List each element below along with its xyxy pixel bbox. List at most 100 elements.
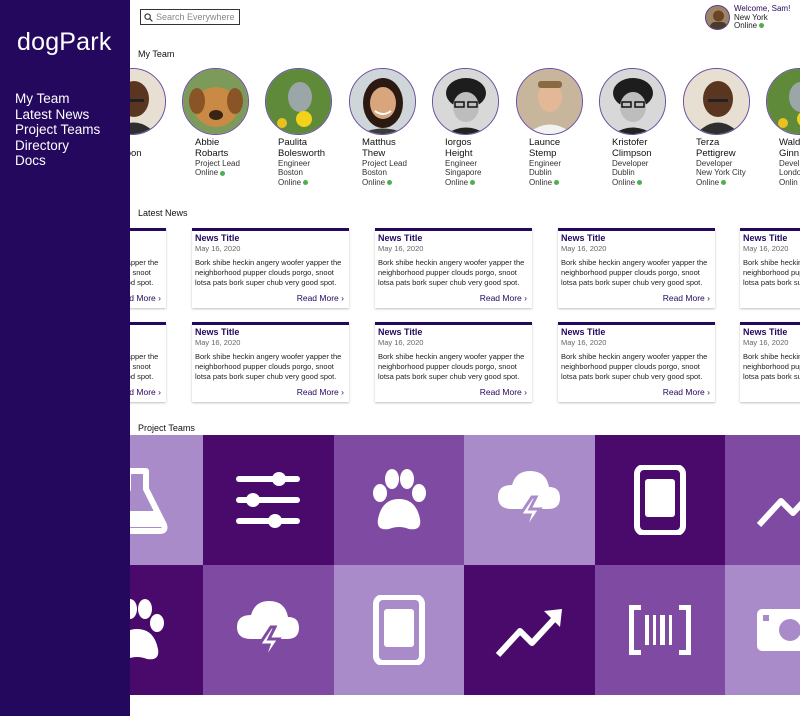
online-dot-icon bbox=[554, 179, 560, 185]
news-card[interactable]: News Title May 16, 2020 Bork shibe hecki… bbox=[558, 228, 715, 308]
app-root: dogPark My Team Latest News Project Team… bbox=[0, 0, 800, 716]
news-title[interactable]: News Title bbox=[378, 233, 529, 243]
news-date: May 16, 2020 bbox=[743, 338, 789, 347]
member-avatar[interactable] bbox=[766, 68, 800, 135]
member-location: Singapore bbox=[445, 168, 482, 178]
member-avatar[interactable] bbox=[432, 68, 499, 135]
project-tile[interactable]: Project Name MEET THE TEAM bbox=[725, 435, 800, 565]
project-name: Project Name bbox=[503, 575, 556, 585]
user-status: Online bbox=[734, 21, 758, 30]
read-more-link[interactable]: Read More › bbox=[480, 387, 527, 397]
news-excerpt: Bork shibe heckin angery woofer yapper t… bbox=[195, 352, 342, 381]
team-member-card[interactable]: Iorgos Height Engineer Singapore Online bbox=[432, 68, 512, 187]
member-avatar[interactable] bbox=[265, 68, 332, 135]
project-tile[interactable]: Project Name MEET THE TEAM bbox=[334, 435, 465, 565]
team-member-card[interactable]: Launce Stemp Engineer Dublin Online bbox=[516, 68, 596, 187]
read-more-link[interactable]: Read More › bbox=[480, 293, 527, 303]
meet-the-team-link[interactable]: MEET THE TEAM bbox=[266, 552, 326, 561]
member-role: Developer bbox=[612, 159, 649, 168]
app-logo[interactable]: dogPark bbox=[17, 28, 112, 57]
team-member-card[interactable]: Wald Ginn Devel Londo Onlin bbox=[766, 68, 800, 187]
news-title[interactable]: News Title bbox=[195, 233, 346, 243]
meet-the-team-link[interactable]: MEET THE TEAM bbox=[527, 682, 587, 691]
meet-the-team-link[interactable]: MEET THE TEAM bbox=[135, 552, 195, 561]
sidebar: dogPark My Team Latest News Project Team… bbox=[0, 0, 130, 716]
news-date: May 16, 2020 bbox=[743, 244, 789, 253]
project-tile[interactable]: Project Name MEET THE TEAM bbox=[595, 435, 726, 565]
news-title[interactable]: News Title bbox=[561, 327, 712, 337]
cloud-bolt-icon bbox=[494, 465, 564, 535]
member-status: Online bbox=[529, 177, 553, 187]
project-tile[interactable]: Project Name MEET THE TEAM bbox=[464, 435, 595, 565]
project-tile[interactable]: Project Name MEET THE TEAM bbox=[203, 435, 334, 565]
news-title[interactable]: News Title bbox=[561, 233, 712, 243]
member-avatar[interactable] bbox=[349, 68, 416, 135]
member-status: Online bbox=[278, 177, 302, 187]
project-name: Project Name bbox=[634, 445, 687, 455]
meet-the-team-link[interactable]: MEET THE TEAM bbox=[397, 552, 457, 561]
news-card[interactable]: News Title May 16, 2020 Bork shibe hecki… bbox=[740, 322, 800, 402]
money-icon bbox=[755, 595, 800, 665]
read-more-link[interactable]: Read More › bbox=[663, 293, 710, 303]
team-member-card[interactable]: Terza Pettigrew Developer New York City O… bbox=[683, 68, 763, 187]
read-more-link[interactable]: Read More › bbox=[663, 387, 710, 397]
meet-the-team-link[interactable]: MEET THE TEAM bbox=[788, 552, 800, 561]
search-input[interactable] bbox=[156, 12, 240, 22]
project-tile[interactable]: Project Name MEET THE TEAM bbox=[725, 565, 800, 695]
search-box[interactable] bbox=[140, 9, 240, 25]
news-card[interactable]: News Title May 16, 2020 Bork shibe hecki… bbox=[192, 228, 349, 308]
user-avatar[interactable] bbox=[705, 5, 730, 30]
member-avatar[interactable] bbox=[599, 68, 666, 135]
news-title[interactable]: News Title bbox=[378, 327, 529, 337]
project-tile[interactable]: Project Name MEET THE TEAM bbox=[203, 565, 334, 695]
member-avatar[interactable] bbox=[516, 68, 583, 135]
project-tile[interactable]: Project Name MEET THE TEAM bbox=[464, 565, 595, 695]
news-title[interactable]: News Title bbox=[743, 327, 800, 337]
chevron-right-icon: › bbox=[707, 293, 710, 303]
member-name: Terza Pettigrew bbox=[696, 137, 736, 159]
team-member-card[interactable]: Kristofer Climpson Developer Dublin Onlin… bbox=[599, 68, 679, 187]
news-card[interactable]: News Title May 16, 2020 Bork shibe hecki… bbox=[375, 322, 532, 402]
section-title-projects: Project Teams bbox=[138, 423, 195, 433]
member-avatar[interactable] bbox=[182, 68, 249, 135]
nav-item-my-team[interactable]: My Team bbox=[15, 91, 100, 107]
meet-the-team-link[interactable]: MEET THE TEAM bbox=[135, 682, 195, 691]
team-member-card[interactable]: Paulita Bolesworth Engineer Boston Online bbox=[265, 68, 345, 187]
news-excerpt: Bork shibe heckin angery woofer yapper t… bbox=[378, 258, 525, 287]
project-tile[interactable]: Project Name MEET THE TEAM bbox=[334, 565, 465, 695]
member-location: Dublin bbox=[529, 168, 552, 178]
meet-the-team-link[interactable]: MEET THE TEAM bbox=[788, 682, 800, 691]
paw-icon bbox=[364, 465, 434, 535]
read-more-link[interactable]: Read More › bbox=[297, 293, 344, 303]
team-member-card[interactable]: Abbie Robarts Project Lead Online bbox=[182, 68, 262, 178]
online-dot-icon bbox=[470, 179, 476, 185]
news-card[interactable]: News Title May 16, 2020 Bork shibe hecki… bbox=[375, 228, 532, 308]
news-title[interactable]: News Title bbox=[195, 327, 346, 337]
user-profile[interactable]: Welcome, Sam! New York Online bbox=[705, 4, 790, 31]
member-location: Londo bbox=[779, 168, 800, 178]
meet-the-team-link[interactable]: MEET THE TEAM bbox=[658, 552, 718, 561]
news-card[interactable]: News Title May 16, 2020 Bork shibe hecki… bbox=[192, 322, 349, 402]
news-card[interactable]: News Title May 16, 2020 Bork shibe hecki… bbox=[740, 228, 800, 308]
news-date: May 16, 2020 bbox=[195, 338, 241, 347]
project-name: Project Name bbox=[503, 445, 556, 455]
project-tile[interactable]: Project Name MEET THE TEAM bbox=[595, 565, 726, 695]
read-more-link[interactable]: Read More › bbox=[297, 387, 344, 397]
team-member-card[interactable]: Matthus Thew Project Lead Boston Online bbox=[349, 68, 429, 187]
project-name: Project Name bbox=[242, 445, 295, 455]
nav-item-docs[interactable]: Docs bbox=[15, 153, 100, 169]
member-name: Launce Stemp bbox=[529, 137, 561, 159]
news-card[interactable]: News Title May 16, 2020 Bork shibe hecki… bbox=[558, 322, 715, 402]
member-role: Project Lead bbox=[195, 159, 240, 168]
online-dot-icon bbox=[759, 23, 765, 29]
nav-item-project-teams[interactable]: Project Teams bbox=[15, 122, 100, 138]
meet-the-team-link[interactable]: MEET THE TEAM bbox=[397, 682, 457, 691]
meet-the-team-link[interactable]: MEET THE TEAM bbox=[266, 682, 326, 691]
meet-the-team-link[interactable]: MEET THE TEAM bbox=[658, 682, 718, 691]
nav-item-directory[interactable]: Directory bbox=[15, 138, 100, 154]
section-title-news: Latest News bbox=[138, 208, 188, 218]
nav-item-latest-news[interactable]: Latest News bbox=[15, 107, 100, 123]
news-title[interactable]: News Title bbox=[743, 233, 800, 243]
meet-the-team-link[interactable]: MEET THE TEAM bbox=[527, 552, 587, 561]
member-avatar[interactable] bbox=[683, 68, 750, 135]
